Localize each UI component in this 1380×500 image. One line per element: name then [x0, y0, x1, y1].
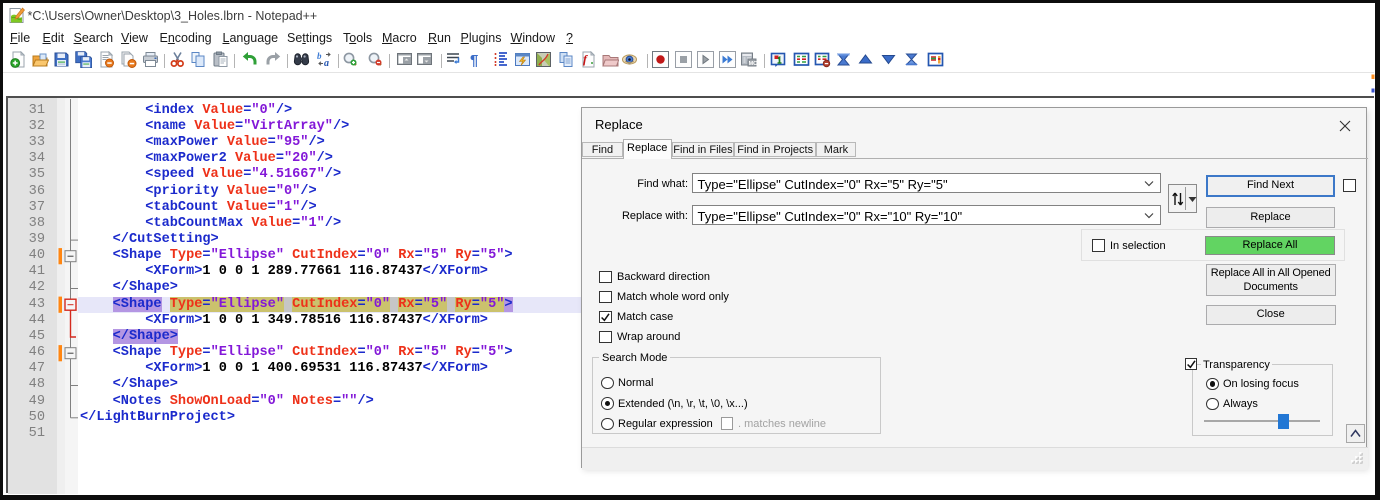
svg-text:MC: MC: [749, 61, 757, 67]
svg-text:¶: ¶: [470, 52, 478, 68]
svg-text:b: b: [317, 51, 322, 61]
svg-text:a: a: [324, 58, 329, 68]
